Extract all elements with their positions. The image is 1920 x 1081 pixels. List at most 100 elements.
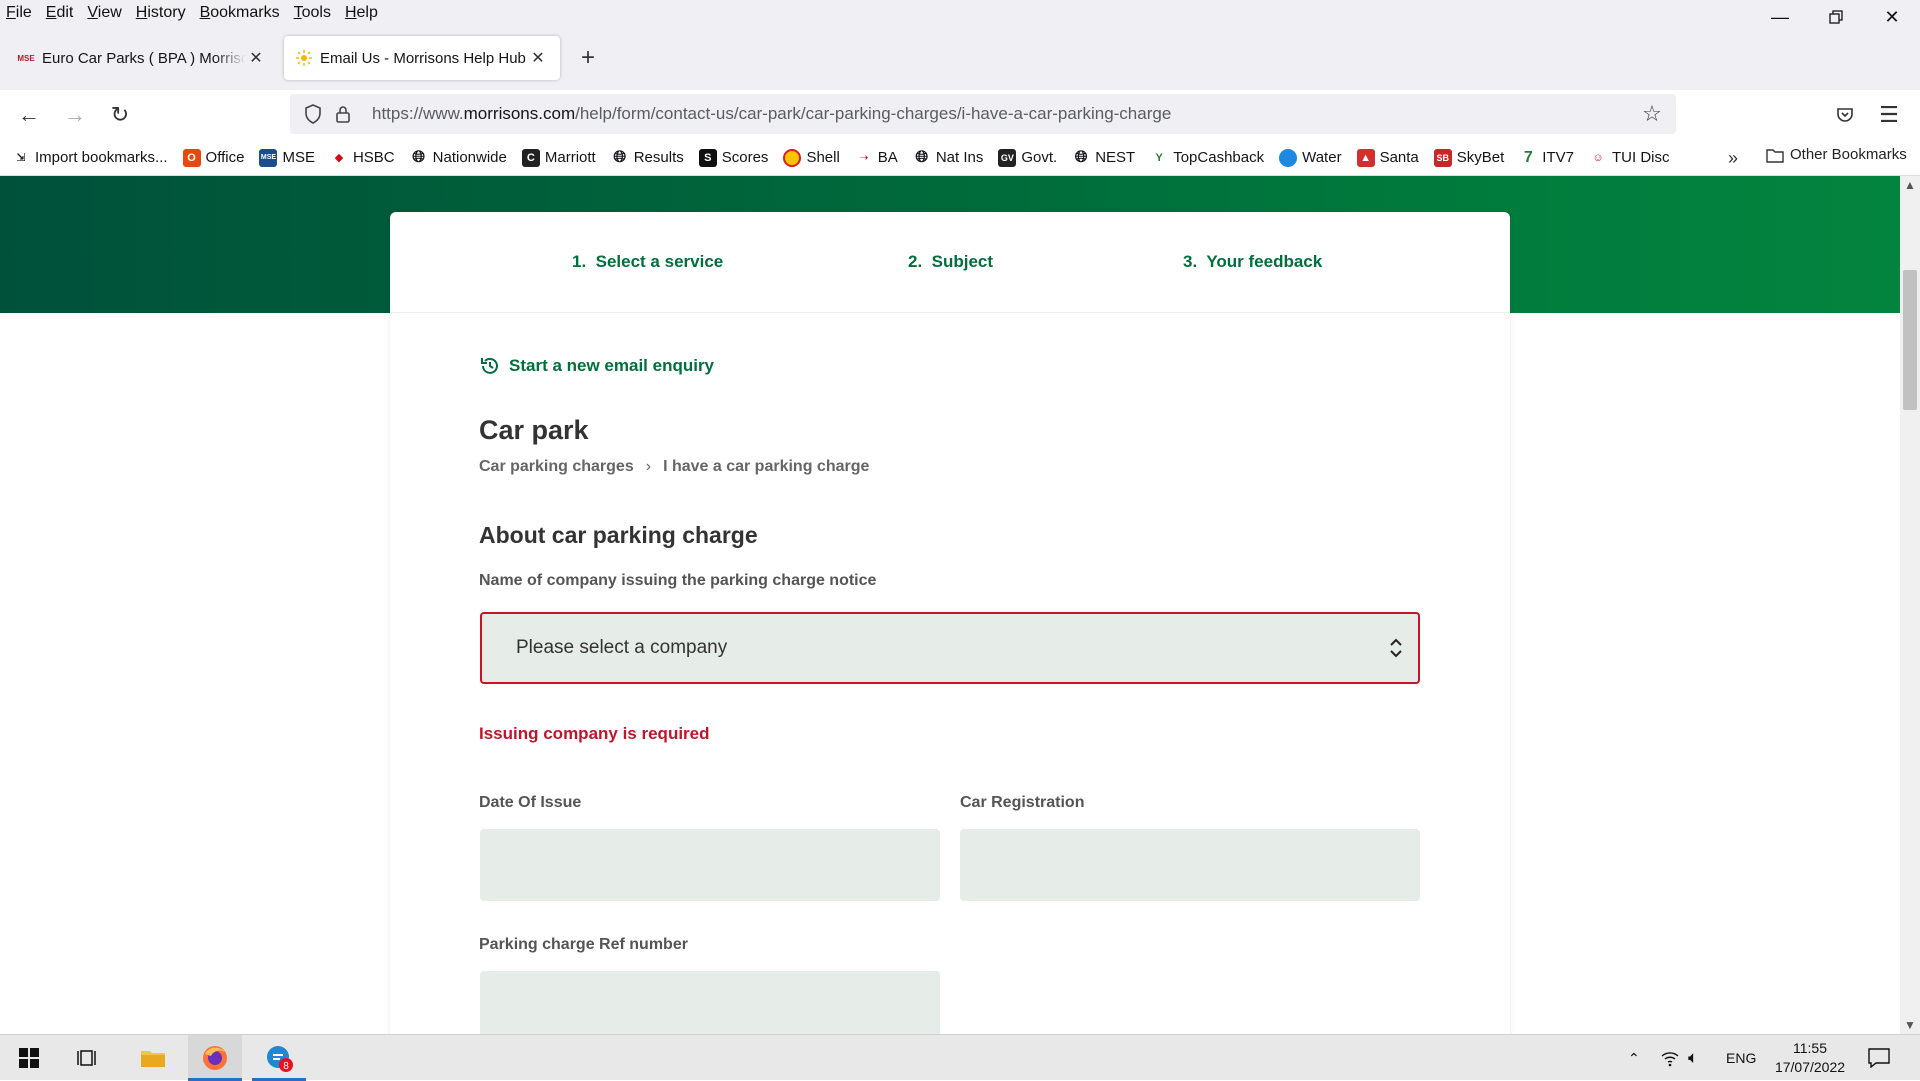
- bookmark-shell[interactable]: Shell: [783, 148, 840, 167]
- tab-title: Email Us - Morrisons Help Hub: [320, 49, 526, 67]
- menu-file[interactable]: File: [6, 4, 32, 22]
- bookmark-nationwide[interactable]: 🌐︎ Nationwide: [410, 149, 507, 167]
- bookmark-nat-ins[interactable]: 🌐︎ Nat Ins: [913, 148, 983, 167]
- url-text[interactable]: https://www.morrisons.com/help/form/cont…: [372, 104, 1171, 124]
- hamburger-menu-icon[interactable]: ☰: [1874, 100, 1904, 130]
- volume-icon[interactable]: 🔈︎: [1688, 1035, 1698, 1081]
- step-subject[interactable]: 2. Subject: [908, 252, 993, 272]
- network-icon[interactable]: [1660, 1035, 1680, 1081]
- hsbc-icon: ◆: [334, 152, 344, 164]
- skybet-icon: SB: [1433, 148, 1452, 167]
- back-arrow-icon[interactable]: ←: [14, 100, 44, 130]
- mse-icon: MSE: [259, 148, 278, 167]
- menu-view[interactable]: View: [87, 4, 121, 22]
- new-enquiry-label: Start a new email enquiry: [509, 356, 715, 375]
- bookmark-marriott[interactable]: C Marriott: [521, 148, 596, 167]
- close-tab-icon[interactable]: ✕: [528, 48, 548, 68]
- chevron-right-icon: ›: [645, 458, 652, 475]
- file-explorer-icon[interactable]: [126, 1035, 180, 1081]
- bookmarks-overflow-chevron-icon[interactable]: »: [1728, 148, 1738, 169]
- step-select-service[interactable]: 1. Select a service: [572, 252, 723, 272]
- scores-icon: S: [698, 148, 717, 167]
- bookmark-mse[interactable]: MSE MSE: [259, 148, 315, 167]
- url-bar[interactable]: https://www.morrisons.com/help/form/cont…: [290, 94, 1676, 134]
- system-clock[interactable]: 11:55 17/07/2022: [1770, 1039, 1850, 1077]
- topcashback-icon: Y: [1155, 151, 1163, 164]
- ref-number-input[interactable]: [480, 971, 940, 1034]
- bookmark-water[interactable]: Water: [1279, 148, 1342, 167]
- breadcrumb: Car parking charges › I have a car parki…: [479, 458, 869, 476]
- menu-bookmarks[interactable]: Bookmarks: [200, 4, 280, 22]
- notification-center-icon[interactable]: [1868, 1035, 1890, 1081]
- select-updown-icon: [1390, 638, 1402, 658]
- office-icon: O: [182, 148, 201, 167]
- tracking-shield-icon[interactable]: [300, 101, 326, 127]
- language-indicator[interactable]: ENG: [1726, 1035, 1756, 1081]
- car-registration-input[interactable]: [960, 829, 1420, 901]
- bookmark-santa[interactable]: ▲ Santa: [1356, 148, 1419, 167]
- progress-steps: 1. Select a service 2. Subject 3. Your f…: [390, 212, 1510, 313]
- santa-icon: ▲: [1356, 148, 1375, 167]
- bookmark-office[interactable]: O Office: [182, 148, 244, 167]
- breadcrumb-item-car-parking-charges[interactable]: Car parking charges: [479, 458, 634, 476]
- ba-icon: ➝: [859, 152, 869, 164]
- tui-icon: ☺: [1592, 151, 1604, 164]
- new-enquiry-link[interactable]: Start a new email enquiry: [479, 355, 714, 377]
- forward-arrow-icon[interactable]: →: [60, 100, 90, 130]
- bookmark-scores[interactable]: S Scores: [698, 148, 768, 167]
- mse-favicon-icon: MSE: [17, 53, 35, 63]
- bookmark-skybet[interactable]: SB SkyBet: [1433, 148, 1504, 167]
- windows-start-icon[interactable]: [2, 1035, 56, 1081]
- bookmark-ba[interactable]: ➝ BA: [855, 149, 898, 167]
- page-scrollbar[interactable]: ▲ ▼: [1900, 176, 1920, 1034]
- itv7-icon: 7: [1523, 148, 1533, 166]
- page-viewport: 1. Select a service 2. Subject 3. Your f…: [0, 176, 1900, 1034]
- messaging-app-icon[interactable]: 8: [252, 1035, 306, 1081]
- bookmark-itv7[interactable]: 7 ITV7: [1519, 149, 1574, 167]
- taskbar: 8 ⌃ 🔈︎ ENG 11:55 17/07/2022: [0, 1034, 1920, 1081]
- marriott-icon: C: [521, 148, 540, 167]
- date-field-label: Date Of Issue: [479, 794, 582, 811]
- new-tab-plus-icon[interactable]: +: [574, 44, 602, 72]
- globe-icon: 🌐︎: [915, 148, 929, 166]
- task-view-icon[interactable]: [62, 1035, 116, 1081]
- reload-icon[interactable]: ↻: [105, 100, 135, 130]
- close-tab-icon[interactable]: ✕: [246, 48, 266, 68]
- menu-edit[interactable]: Edit: [46, 4, 74, 22]
- scroll-up-arrow-icon[interactable]: ▲: [1900, 176, 1920, 194]
- shell-icon: [783, 148, 802, 167]
- morrisons-favicon-icon: [296, 50, 312, 66]
- tab-title: Euro Car Parks ( BPA ) Morrisons Car Par…: [42, 49, 246, 67]
- globe-icon: 🌐︎: [412, 148, 426, 166]
- bookmark-hsbc[interactable]: ◆ HSBC: [330, 149, 395, 167]
- section-title: About car parking charge: [479, 522, 758, 548]
- bookmark-star-icon[interactable]: ☆: [1638, 100, 1666, 128]
- date-of-issue-input[interactable]: [480, 829, 940, 901]
- menu-help[interactable]: Help: [345, 4, 378, 22]
- bookmark-import[interactable]: ⇲ Import bookmarks...: [12, 149, 167, 167]
- other-bookmarks[interactable]: Other Bookmarks: [1766, 146, 1907, 163]
- bookmark-nest[interactable]: 🌐︎ NEST: [1072, 149, 1135, 167]
- bookmark-govt[interactable]: GV Govt.: [998, 148, 1057, 167]
- svg-text:8: 8: [283, 1061, 289, 1072]
- firefox-icon[interactable]: [188, 1035, 242, 1081]
- tray-chevron-up-icon[interactable]: ⌃: [1628, 1035, 1640, 1081]
- bookmark-topcashback[interactable]: Y TopCashback: [1150, 149, 1265, 167]
- bookmark-tui[interactable]: ☺ TUI Disc: [1589, 149, 1669, 167]
- menu-tools[interactable]: Tools: [294, 4, 331, 22]
- tab-euro-car-parks[interactable]: MSE Euro Car Parks ( BPA ) Morrisons Car…: [6, 36, 278, 80]
- pocket-icon[interactable]: [1830, 100, 1860, 130]
- step-your-feedback[interactable]: 3. Your feedback: [1183, 252, 1322, 272]
- menu-bar: File Edit View History Bookmarks Tools H…: [0, 0, 1920, 26]
- scroll-down-arrow-icon[interactable]: ▼: [1900, 1016, 1920, 1034]
- clock-date: 17/07/2022: [1774, 1059, 1846, 1075]
- menu-history[interactable]: History: [136, 4, 186, 22]
- company-select[interactable]: Please select a company: [480, 612, 1420, 684]
- scroll-thumb[interactable]: [1903, 270, 1917, 410]
- company-field-label: Name of company issuing the parking char…: [479, 572, 877, 589]
- navigation-bar: ← → ↻ https://www.morrisons.com/help/for…: [0, 90, 1920, 140]
- bookmark-results[interactable]: 🌐︎ Results: [611, 149, 683, 167]
- govt-icon: GV: [998, 148, 1017, 167]
- lock-icon[interactable]: [330, 101, 356, 127]
- tab-email-us[interactable]: Email Us - Morrisons Help Hub ✕: [284, 36, 560, 80]
